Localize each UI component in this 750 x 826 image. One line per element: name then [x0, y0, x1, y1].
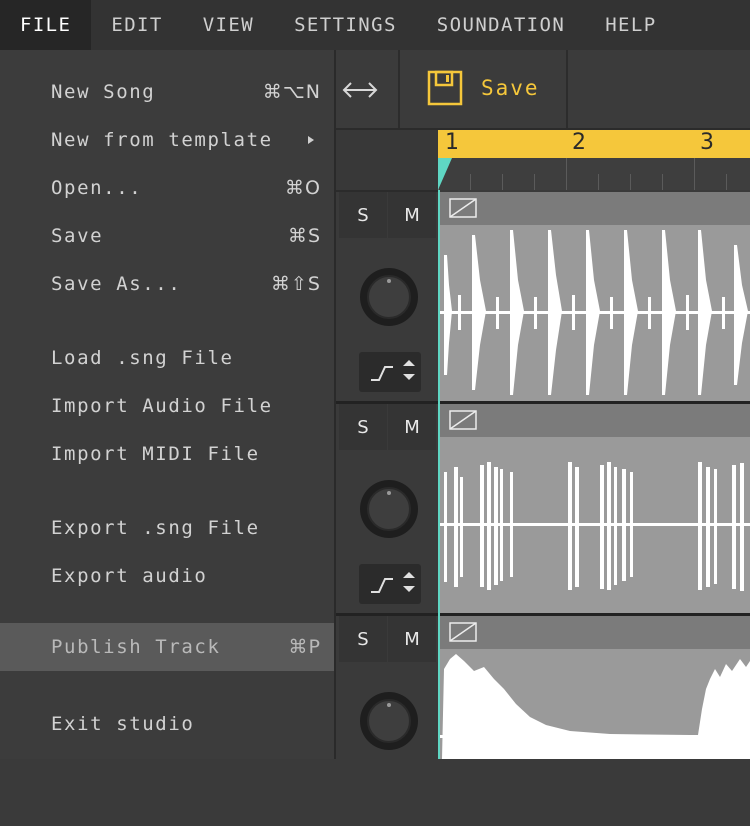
save-label: Save: [481, 76, 540, 100]
bar-number: 3: [700, 130, 714, 155]
automation-selector[interactable]: [359, 564, 421, 604]
volume-knob[interactable]: [358, 690, 420, 752]
track-header: S M: [335, 616, 438, 826]
solo-button[interactable]: S: [339, 192, 387, 238]
ruler-tick: [630, 174, 631, 190]
ruler-tick: [534, 174, 535, 190]
file-menu-dropdown: New Song ⌘⌥N New from template Open... ⌘…: [0, 50, 336, 759]
audio-clip[interactable]: [440, 192, 750, 402]
menu-item-shortcut: ⌘⇧S: [271, 273, 321, 295]
menu-settings[interactable]: SETTINGS: [274, 0, 417, 50]
ruler-tick: [566, 158, 567, 190]
clip-fade-icon[interactable]: [449, 622, 477, 642]
menu-item-shortcut: ⌘O: [285, 177, 321, 199]
menu-item-label: Import MIDI File: [51, 443, 260, 465]
waveform: [440, 654, 750, 759]
menu-soundation[interactable]: SOUNDATION: [417, 0, 585, 50]
menu-item-label: Publish Track: [51, 636, 221, 658]
menu-item-label: Export audio: [51, 565, 208, 587]
loop-region[interactable]: 1 2 3: [438, 130, 750, 158]
audio-clip[interactable]: [440, 404, 750, 614]
track-header: S M: [335, 192, 438, 402]
volume-knob[interactable]: [358, 266, 420, 328]
ruler-tick: [694, 158, 695, 190]
ruler-tick: [470, 174, 471, 190]
menu-item-save-as[interactable]: Save As... ⌘⇧S: [0, 261, 334, 307]
mute-button[interactable]: M: [388, 192, 436, 238]
menu-item-save[interactable]: Save ⌘S: [0, 213, 334, 259]
clip-header[interactable]: [440, 404, 750, 437]
solo-button[interactable]: S: [339, 404, 387, 450]
audio-clip[interactable]: [440, 616, 750, 759]
automation-curve-icon: [371, 360, 415, 381]
solo-button[interactable]: S: [339, 616, 387, 662]
waveform: [440, 462, 750, 591]
menu-item-load-sng[interactable]: Load .sng File: [0, 335, 334, 381]
menu-item-label: Save: [51, 225, 104, 247]
menu-item-import-audio[interactable]: Import Audio File: [0, 383, 334, 429]
volume-knob[interactable]: [358, 478, 420, 540]
menu-item-exit-studio[interactable]: Exit studio: [0, 701, 334, 747]
menu-item-import-midi[interactable]: Import MIDI File: [0, 431, 334, 477]
menu-item-label: Open...: [51, 177, 143, 199]
ruler-tick: [502, 174, 503, 190]
menu-item-shortcut: ⌘P: [288, 636, 321, 658]
automation-selector[interactable]: [359, 352, 421, 392]
submenu-arrow-icon: [308, 136, 314, 144]
menu-edit[interactable]: EDIT: [91, 0, 182, 50]
menu-item-label: Import Audio File: [51, 395, 273, 417]
clip-fade-icon[interactable]: [449, 198, 477, 218]
menu-item-publish-track[interactable]: Publish Track ⌘P: [0, 623, 334, 671]
ruler-tick: [598, 174, 599, 190]
floppy-disk-icon: [427, 70, 463, 106]
menu-file[interactable]: FILE: [0, 0, 92, 50]
menu-item-label: New from template: [51, 129, 273, 151]
menu-item-open[interactable]: Open... ⌘O: [0, 165, 334, 211]
automation-curve-icon: [371, 572, 415, 593]
menu-help[interactable]: HELP: [585, 0, 676, 50]
menu-item-label: Export .sng File: [51, 517, 260, 539]
menu-item-new-song[interactable]: New Song ⌘⌥N: [0, 69, 334, 115]
menu-item-label: New Song: [51, 81, 156, 103]
horizontal-arrows-icon[interactable]: [341, 72, 379, 108]
ruler-spacer: [335, 130, 438, 192]
ruler-tick: [662, 174, 663, 190]
clip-fade-icon[interactable]: [449, 410, 477, 430]
menu-item-label: Save As...: [51, 273, 182, 295]
menu-item-export-audio[interactable]: Export audio: [0, 553, 334, 599]
waveform: [440, 230, 750, 395]
menu-item-new-from-template[interactable]: New from template: [0, 117, 334, 163]
bar-number: 1: [445, 130, 459, 155]
playhead-marker[interactable]: [438, 158, 452, 190]
playhead-line: [438, 190, 440, 759]
ruler-tick: [726, 174, 727, 190]
toolbar: Save: [335, 50, 750, 130]
mute-button[interactable]: M: [388, 616, 436, 662]
toolbar-divider: [398, 50, 400, 128]
menu-item-shortcut: ⌘⌥N: [262, 81, 321, 103]
menu-view[interactable]: VIEW: [183, 0, 274, 50]
menu-item-label: Load .sng File: [51, 347, 234, 369]
track-header: S M: [335, 404, 438, 614]
menu-item-label: Exit studio: [51, 713, 195, 735]
mute-button[interactable]: M: [388, 404, 436, 450]
bar-number: 2: [572, 130, 586, 155]
menu-bar: FILE EDIT VIEW SETTINGS SOUNDATION HELP: [0, 0, 750, 50]
toolbar-divider: [566, 50, 568, 128]
clip-header[interactable]: [440, 616, 750, 649]
clip-header[interactable]: [440, 192, 750, 225]
timeline-ruler[interactable]: 1 2 3: [438, 130, 750, 190]
menu-item-export-sng[interactable]: Export .sng File: [0, 505, 334, 551]
menu-item-shortcut: ⌘S: [287, 225, 321, 247]
save-button[interactable]: Save: [401, 50, 566, 128]
